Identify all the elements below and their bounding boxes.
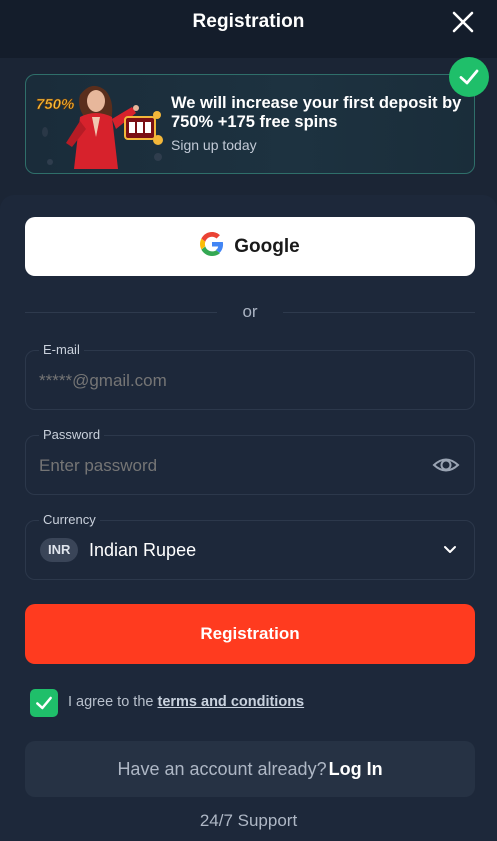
password-field[interactable]: Password xyxy=(25,427,475,495)
email-input[interactable] xyxy=(39,371,419,391)
google-button-label: Google xyxy=(234,235,300,257)
promo-headline: We will increase your first deposit by 7… xyxy=(171,94,462,131)
chevron-down-icon[interactable] xyxy=(442,541,458,557)
currency-code-badge: INR xyxy=(40,538,79,562)
email-field[interactable]: E-mail xyxy=(25,342,475,410)
promo-illustration: 750% xyxy=(30,77,170,173)
login-prompt-box: Have an account already? Log In xyxy=(25,741,475,797)
promo-subtext: Sign up today xyxy=(171,137,257,153)
terms-agreement: I agree to the terms and conditions xyxy=(30,689,470,717)
divider-line-right xyxy=(283,312,475,313)
terms-link[interactable]: terms and conditions xyxy=(157,694,304,710)
password-label: Password xyxy=(39,427,105,442)
login-link[interactable]: Log In xyxy=(329,759,383,780)
check-icon xyxy=(36,696,52,710)
google-logo-icon xyxy=(200,231,224,262)
currency-label: Currency xyxy=(39,512,100,527)
promo-badge-text: 750% xyxy=(36,96,74,113)
support-link[interactable]: 24/7 Support xyxy=(0,811,497,831)
header-bar: Registration xyxy=(0,0,497,58)
password-input[interactable] xyxy=(39,456,419,476)
currency-name: Indian Rupee xyxy=(89,540,197,560)
agreement-prefix: I agree to the xyxy=(68,694,158,710)
close-icon[interactable] xyxy=(451,10,475,34)
google-signin-button[interactable]: Google xyxy=(25,217,475,276)
bonus-selected-check-icon xyxy=(449,57,489,97)
email-label: E-mail xyxy=(39,342,84,357)
terms-checkbox[interactable] xyxy=(30,689,58,717)
promo-banner[interactable]: 750% We will increase your first deposit… xyxy=(25,74,475,174)
agreement-text: I agree to the terms and conditions xyxy=(68,694,304,710)
or-divider: or xyxy=(25,300,475,324)
login-prompt-text: Have an account already? xyxy=(117,758,327,779)
registration-button[interactable]: Registration xyxy=(25,604,475,664)
eye-icon[interactable] xyxy=(432,453,460,477)
currency-select[interactable]: Currency INR Indian Rupee xyxy=(25,512,475,580)
page-title: Registration xyxy=(192,11,305,32)
